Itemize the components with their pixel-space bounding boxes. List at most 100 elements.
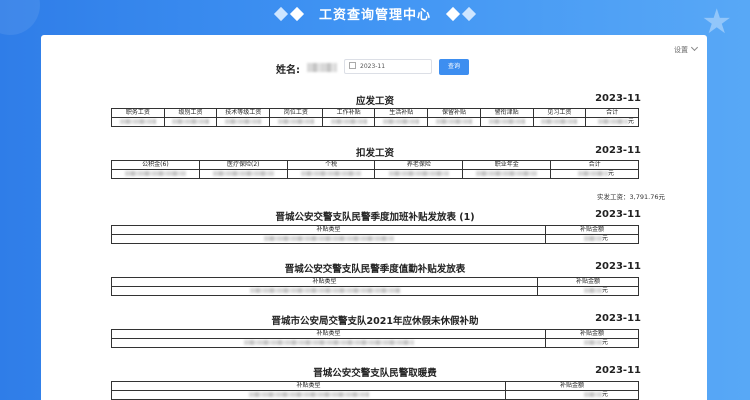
column-header: 技术等级工资 — [216, 108, 271, 118]
calendar-icon — [349, 62, 356, 69]
column-header: 补贴金额 — [505, 381, 639, 391]
column-header: 工作补贴 — [321, 108, 376, 118]
redacted-value — [488, 119, 525, 124]
redacted-value — [300, 171, 362, 176]
allowance-section: 晋城公安交警支队民警季度值勤补贴发放表 2023-11 补贴类型 补贴金额 元 — [111, 261, 641, 301]
table-row: 元 — [111, 390, 639, 400]
column-header: 补贴金额 — [545, 225, 639, 235]
table-row: 元 — [111, 169, 639, 179]
column-header: 公积金(6) — [111, 160, 200, 170]
amount-cell: 元 — [537, 286, 639, 296]
redacted-cell — [479, 117, 534, 127]
redacted-cell — [111, 286, 538, 296]
net-pay-summary: 实发工资：3,791.76元 — [597, 193, 665, 201]
amount-cell: 元 — [545, 234, 639, 244]
total-cell: 元 — [585, 117, 639, 127]
redacted-value — [541, 119, 578, 124]
section-title: 应发工资 — [355, 96, 394, 107]
currency-unit: 元 — [601, 391, 608, 399]
redacted-cell — [111, 117, 165, 127]
month-picker-input[interactable]: 2023-11 — [344, 59, 432, 74]
allowance-table: 补贴类型 补贴金额 元 — [111, 225, 639, 244]
column-header: 补贴金额 — [545, 329, 639, 339]
diamond-icon — [290, 6, 305, 21]
redacted-value — [249, 288, 400, 293]
redacted-cell — [111, 234, 546, 244]
table-header-row: 补贴类型 补贴金额 — [111, 381, 639, 391]
redacted-value — [243, 340, 414, 345]
column-header: 合计 — [550, 160, 639, 170]
column-header: 合计 — [585, 108, 639, 118]
currency-unit: 元 — [601, 235, 608, 243]
redacted-value — [583, 288, 602, 293]
amount-cell: 元 — [545, 338, 639, 348]
allowance-section: 晋城市公安局交警支队2021年应休假未休假补助 2023-11 补贴类型 补贴金… — [111, 313, 641, 353]
table-header-row: 补贴类型 补贴金额 — [111, 277, 639, 287]
allowance-section: 晋城公安交警支队民警取暖费 2023-11 补贴类型 补贴金额 元 — [111, 365, 641, 400]
payable-table: 职务工资 级别工资 技术等级工资 岗位工资 工作补贴 生活补贴 保留补贴 警衔津… — [111, 108, 639, 127]
column-header: 养老保险 — [374, 160, 464, 170]
column-header: 补贴类型 — [111, 225, 546, 235]
app-header: 工资查询管理中心 ★ — [0, 0, 750, 42]
section-title: 晋城公安交警支队民警取暖费 — [313, 368, 437, 379]
redacted-value — [248, 392, 369, 397]
redacted-cell — [198, 169, 288, 179]
diamond-icon — [445, 6, 460, 21]
table-row: 元 — [111, 234, 639, 244]
redacted-cell — [427, 117, 481, 127]
redacted-value — [263, 236, 394, 241]
deduction-section: 扣发工资 2023-11 公积金(6) 医疗保险(2) 个税 养老保险 职业年金… — [111, 145, 641, 185]
app-title: 工资查询管理中心 — [318, 8, 431, 23]
column-header: 补贴类型 — [111, 277, 538, 287]
column-header: 级别工资 — [163, 108, 218, 118]
section-period: 2023-11 — [595, 365, 641, 376]
allowance-table: 补贴类型 补贴金额 元 — [111, 277, 639, 296]
column-header: 见习工资 — [532, 108, 587, 118]
table-header-row: 公积金(6) 医疗保险(2) 个税 养老保险 职业年金 合计 — [111, 160, 639, 170]
table-header-row: 职务工资 级别工资 技术等级工资 岗位工资 工作补贴 生活补贴 保留补贴 警衔津… — [111, 108, 639, 118]
redacted-cell — [374, 169, 464, 179]
redacted-value — [597, 119, 628, 124]
redacted-value — [577, 171, 608, 176]
redacted-cell — [111, 338, 546, 348]
section-title: 晋城市公安局交警支队2021年应休假未休假补助 — [271, 316, 479, 327]
redacted-value — [172, 119, 209, 124]
redacted-value — [383, 119, 420, 124]
redacted-value — [277, 119, 314, 124]
column-header: 职务工资 — [111, 108, 165, 118]
allowance-table: 补贴类型 补贴金额 元 — [111, 381, 639, 400]
diamond-icon — [274, 6, 289, 21]
query-button[interactable]: 查询 — [439, 59, 469, 75]
column-header: 保留补贴 — [427, 108, 481, 118]
redacted-cell — [462, 169, 552, 179]
chevron-down-icon — [690, 43, 699, 52]
section-period: 2023-11 — [595, 145, 641, 156]
section-period: 2023-11 — [595, 93, 641, 104]
name-value-redacted — [307, 63, 337, 72]
column-header: 补贴类型 — [111, 329, 546, 339]
settings-dropdown[interactable]: 设置 — [674, 43, 699, 55]
allowance-table: 补贴类型 补贴金额 元 — [111, 329, 639, 348]
redacted-value — [125, 171, 186, 176]
column-header: 补贴金额 — [537, 277, 639, 287]
currency-unit: 元 — [601, 287, 608, 295]
redacted-value — [435, 119, 473, 124]
redacted-cell — [111, 390, 506, 400]
column-header: 岗位工资 — [269, 108, 323, 118]
diamond-icon — [461, 6, 476, 21]
table-row: 元 — [111, 286, 639, 296]
total-cell: 元 — [550, 169, 639, 179]
redacted-value — [330, 119, 367, 124]
section-title: 扣发工资 — [355, 148, 394, 159]
month-value: 2023-11 — [360, 63, 386, 70]
redacted-value — [119, 119, 156, 124]
section-period: 2023-11 — [595, 209, 641, 220]
column-header: 补贴类型 — [111, 381, 506, 391]
redacted-value — [388, 171, 450, 176]
name-label: 姓名: — [276, 65, 300, 76]
main-panel: 设置 姓名: 2023-11 查询 应发工资 2023-11 职务工资 级别工资… — [41, 35, 707, 400]
currency-unit: 元 — [607, 170, 614, 178]
redacted-cell — [321, 117, 376, 127]
table-row: 元 — [111, 338, 639, 348]
currency-unit: 元 — [601, 339, 608, 347]
